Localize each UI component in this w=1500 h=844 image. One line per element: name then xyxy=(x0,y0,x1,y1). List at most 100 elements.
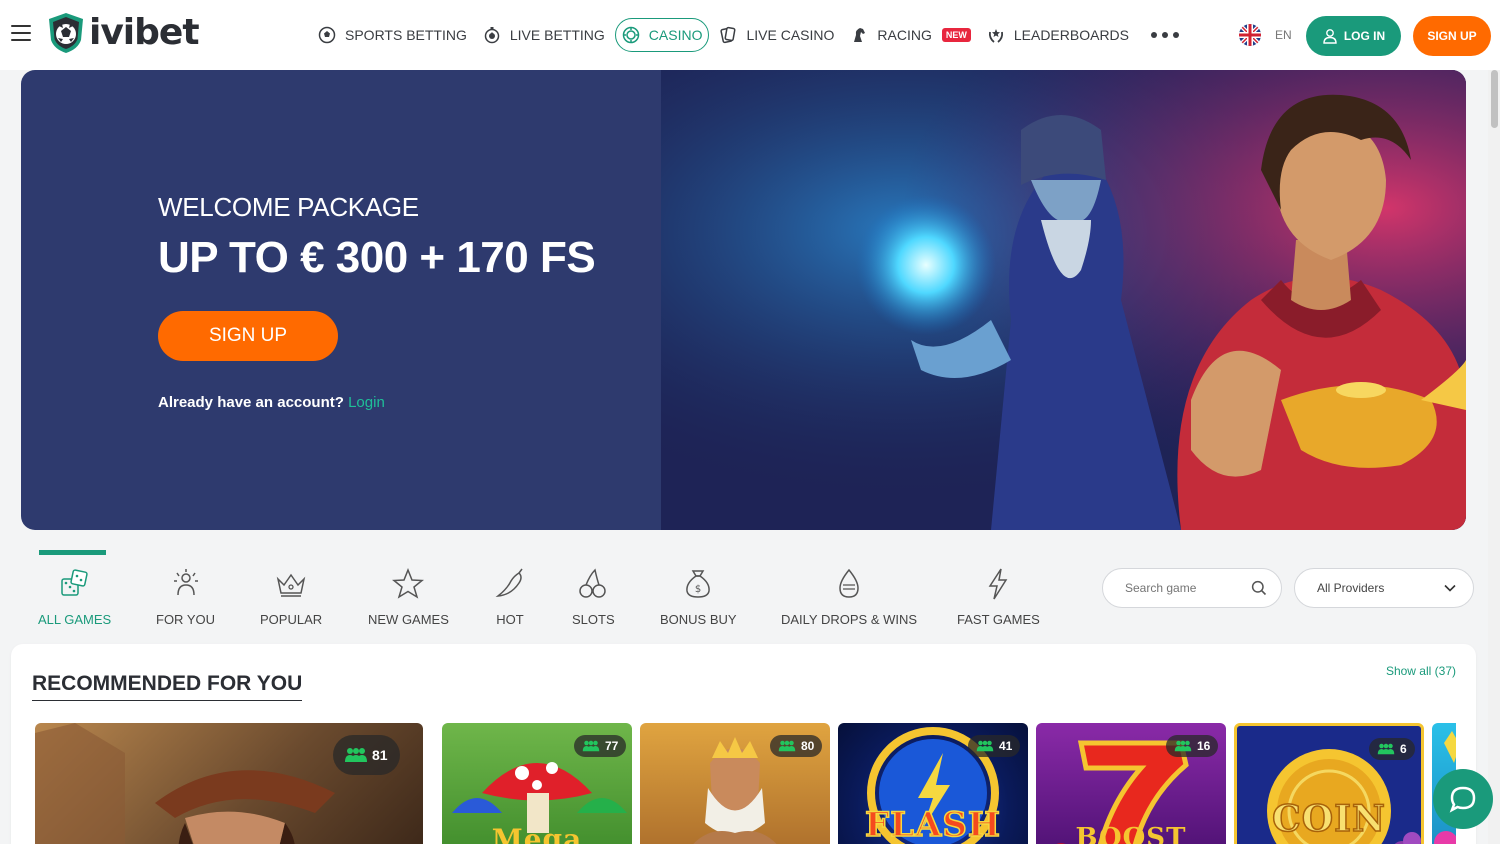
account-question: Already have an account? xyxy=(158,394,344,411)
nav-racing[interactable]: RACING NEW xyxy=(844,18,976,52)
shield-logo-icon xyxy=(49,13,83,53)
player-count: 80 xyxy=(801,739,815,753)
category-label: DAILY DROPS & WINS xyxy=(781,612,918,627)
show-all-label: Show all xyxy=(1385,664,1432,678)
language-code: EN xyxy=(1275,28,1292,42)
active-category-indicator xyxy=(39,550,106,555)
drops-wins-icon xyxy=(831,566,867,602)
soccer-ball-icon xyxy=(318,26,336,44)
games-row: 81 Mega 77 80 FLASH 41 BOOST 16 COIN 6 xyxy=(35,723,1456,844)
category-slots[interactable]: SLOTS xyxy=(572,566,615,627)
lightning-icon xyxy=(980,566,1016,602)
hero-title: UP TO € 300 + 170 FS xyxy=(158,233,596,282)
page-scrollbar[interactable] xyxy=(1488,70,1500,844)
hero-kicker: WELCOME PACKAGE xyxy=(158,192,419,222)
player-count-badge: 6 xyxy=(1369,738,1415,760)
player-count: 41 xyxy=(999,739,1013,753)
hero-illustration xyxy=(661,70,1466,530)
player-count: 6 xyxy=(1400,742,1407,756)
search-icon[interactable] xyxy=(1251,580,1267,596)
hero-account-line: Already have an account? Login xyxy=(158,394,385,411)
game-tile[interactable]: BOOST 16 xyxy=(1036,723,1226,844)
more-menu-icon[interactable] xyxy=(1151,32,1180,38)
brand-name: ivibet xyxy=(89,12,200,53)
game-tile[interactable]: COIN 6 xyxy=(1234,723,1424,844)
search-game-box[interactable] xyxy=(1102,568,1282,608)
providers-selected: All Providers xyxy=(1317,581,1385,595)
stopwatch-icon xyxy=(483,26,501,44)
players-icon xyxy=(778,740,796,752)
game-tile[interactable]: FLASH 41 xyxy=(838,723,1028,844)
category-label: NEW GAMES xyxy=(368,612,449,627)
nav-label: RACING xyxy=(877,27,932,43)
category-hot[interactable]: HOT xyxy=(492,566,528,627)
new-badge: NEW xyxy=(941,28,971,42)
recommended-title: RECOMMENDED FOR YOU xyxy=(32,672,303,701)
category-label: FAST GAMES xyxy=(957,612,1040,627)
nav-live-betting[interactable]: LIVE BETTING xyxy=(477,18,611,52)
nav-label: LIVE BETTING xyxy=(509,27,605,43)
player-count: 81 xyxy=(372,747,388,763)
player-count-badge: 81 xyxy=(333,735,400,775)
category-popular[interactable]: POPULAR xyxy=(260,566,322,627)
players-icon xyxy=(582,740,600,752)
category-for-you[interactable]: FOR YOU xyxy=(156,566,215,627)
players-icon xyxy=(1377,743,1395,755)
cards-icon xyxy=(719,26,737,44)
category-fast-games[interactable]: FAST GAMES xyxy=(957,566,1040,627)
language-selector[interactable]: EN xyxy=(1239,24,1292,46)
nav-leaderboards[interactable]: LEADERBOARDS xyxy=(981,18,1135,52)
player-count: 16 xyxy=(1197,739,1211,753)
players-icon xyxy=(1174,740,1192,752)
providers-dropdown[interactable]: All Providers xyxy=(1294,568,1474,608)
player-count-badge: 80 xyxy=(770,735,823,757)
login-button[interactable]: LOG IN xyxy=(1306,16,1401,56)
nav-sports-betting[interactable]: SPORTS BETTING xyxy=(312,18,473,52)
player-count: 77 xyxy=(605,739,619,753)
chili-icon xyxy=(492,566,528,602)
chevron-down-icon xyxy=(1444,584,1456,592)
nav-label: LIVE CASINO xyxy=(746,27,835,43)
category-label: FOR YOU xyxy=(156,612,215,627)
star-icon xyxy=(390,566,426,602)
menu-icon[interactable] xyxy=(11,25,31,43)
nav-live-casino[interactable]: LIVE CASINO xyxy=(713,18,840,52)
search-input[interactable] xyxy=(1125,581,1245,595)
game-tile[interactable]: 80 xyxy=(640,723,830,844)
category-label: ALL GAMES xyxy=(38,612,112,627)
category-label: SLOTS xyxy=(572,612,615,627)
chat-bubble-icon xyxy=(1449,786,1476,813)
nav-label: CASINO xyxy=(648,27,703,43)
nav-label: SPORTS BETTING xyxy=(345,27,467,43)
category-label: BONUS BUY xyxy=(660,612,737,627)
category-new-games[interactable]: NEW GAMES xyxy=(368,566,449,627)
game-tile[interactable]: 81 xyxy=(35,723,423,844)
hero-login-link[interactable]: Login xyxy=(348,394,385,411)
laurel-icon xyxy=(987,26,1005,44)
svg-text:$: $ xyxy=(695,584,701,595)
crown-icon xyxy=(273,566,309,602)
category-all-games[interactable]: ALL GAMES xyxy=(38,566,111,627)
game-title-art: Mega xyxy=(491,823,583,844)
nav-casino[interactable]: CASINO xyxy=(614,18,710,52)
signup-button[interactable]: SIGN UP xyxy=(1413,16,1491,56)
category-daily-drops-wins[interactable]: DAILY DROPS & WINS xyxy=(781,566,917,627)
game-title-art: FLASH xyxy=(864,804,1002,844)
chat-support-button[interactable] xyxy=(1433,769,1493,829)
money-bag-icon: $ xyxy=(680,566,716,602)
category-bonus-buy[interactable]: $ BONUS BUY xyxy=(660,566,737,627)
scrollbar-thumb[interactable] xyxy=(1491,70,1498,128)
show-all-link[interactable]: Show all (37) xyxy=(1386,664,1456,678)
top-header: ivibet SPORTS BETTING LIVE BETTING CASIN… xyxy=(0,0,1500,70)
cherries-icon xyxy=(575,566,611,602)
recommended-panel: RECOMMENDED FOR YOU Show all (37) 81 Meg… xyxy=(11,644,1476,844)
hero-signup-button[interactable]: SIGN UP xyxy=(158,311,338,361)
show-all-count: (37) xyxy=(1434,664,1456,678)
players-icon xyxy=(976,740,994,752)
uk-flag-icon xyxy=(1239,24,1261,46)
ivibet-logo[interactable]: ivibet xyxy=(47,12,200,54)
game-tile[interactable]: Mega 77 xyxy=(442,723,632,844)
category-label: HOT xyxy=(496,612,524,627)
player-count-badge: 77 xyxy=(574,735,627,757)
game-title-art: BOOST xyxy=(1075,823,1187,844)
